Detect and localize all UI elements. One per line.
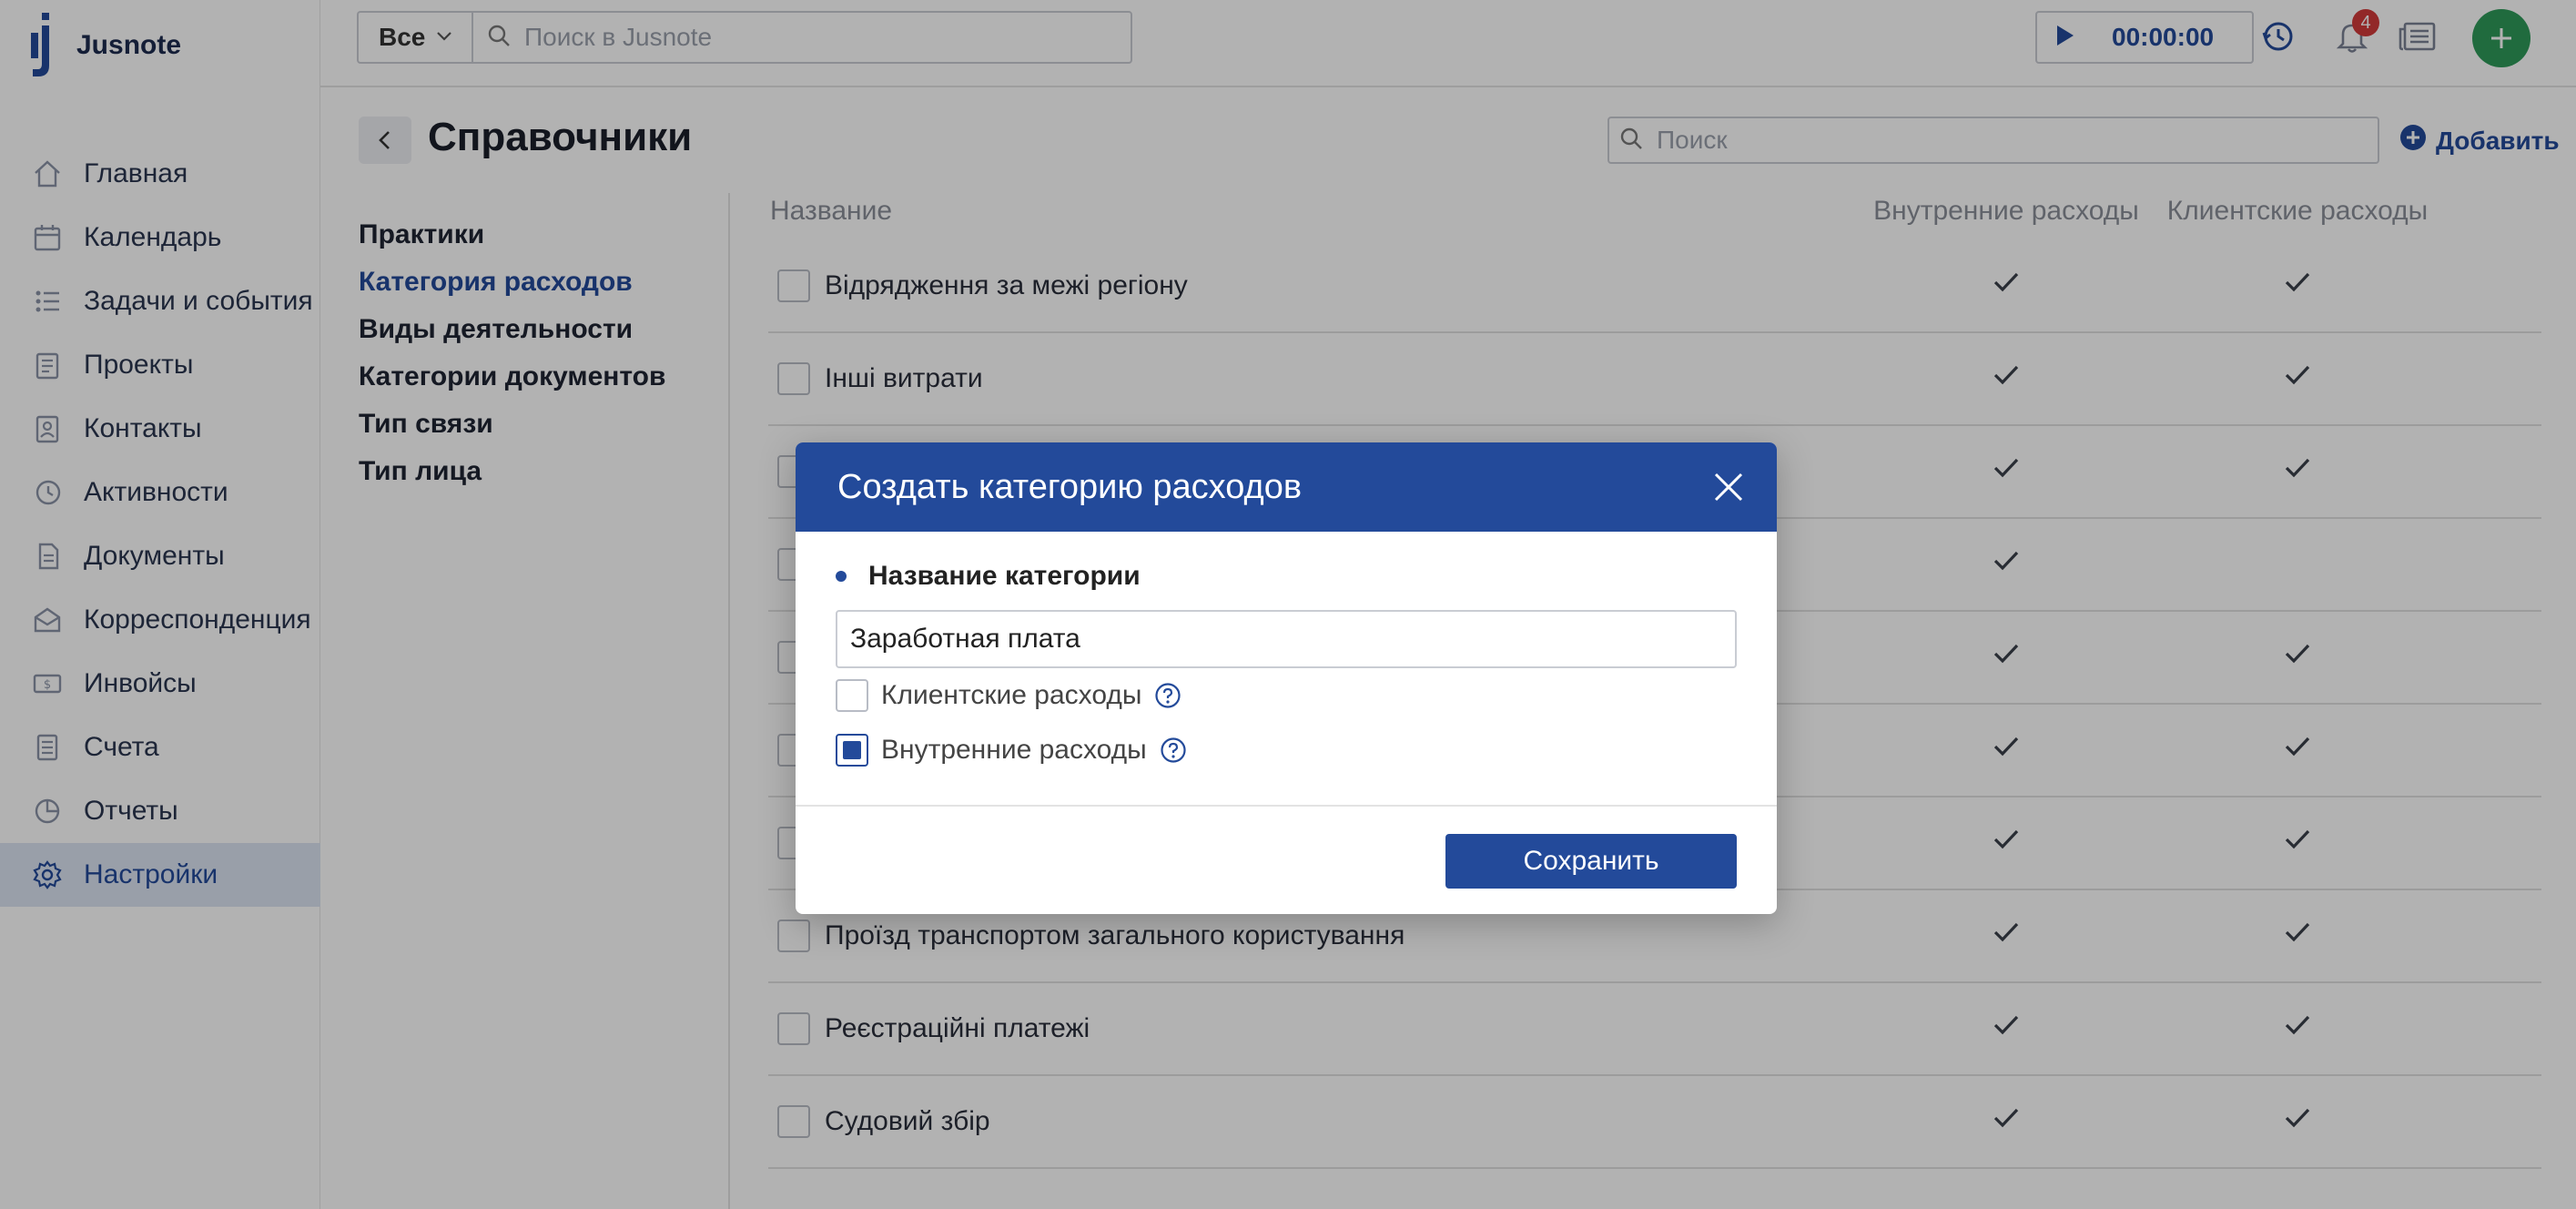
category-name-label-text: Название категории (868, 561, 1141, 591)
internal-expenses-option[interactable]: Внутренние расходы (836, 723, 1737, 777)
client-expenses-checkbox[interactable] (836, 679, 868, 712)
dialog-header: Создать категорию расходов (796, 442, 1777, 532)
close-icon[interactable] (1708, 466, 1749, 508)
category-name-input[interactable] (836, 610, 1737, 668)
internal-expenses-checkbox[interactable] (836, 734, 868, 767)
help-icon[interactable] (1160, 737, 1187, 764)
dialog-title: Создать категорию расходов (837, 467, 1303, 506)
category-name-label: Название категории (836, 555, 1737, 597)
dialog-body: Название категории Клиентские расходы Вн… (796, 532, 1777, 807)
help-icon[interactable] (1154, 682, 1182, 709)
client-expenses-option[interactable]: Клиентские расходы (836, 668, 1737, 723)
dialog-footer: Сохранить (796, 807, 1777, 914)
save-button[interactable]: Сохранить (1445, 834, 1737, 889)
internal-expenses-label: Внутренние расходы (881, 735, 1147, 765)
client-expenses-label: Клиентские расходы (881, 680, 1142, 710)
required-indicator (836, 571, 847, 582)
create-expense-category-dialog: Создать категорию расходов Название кате… (796, 442, 1777, 914)
